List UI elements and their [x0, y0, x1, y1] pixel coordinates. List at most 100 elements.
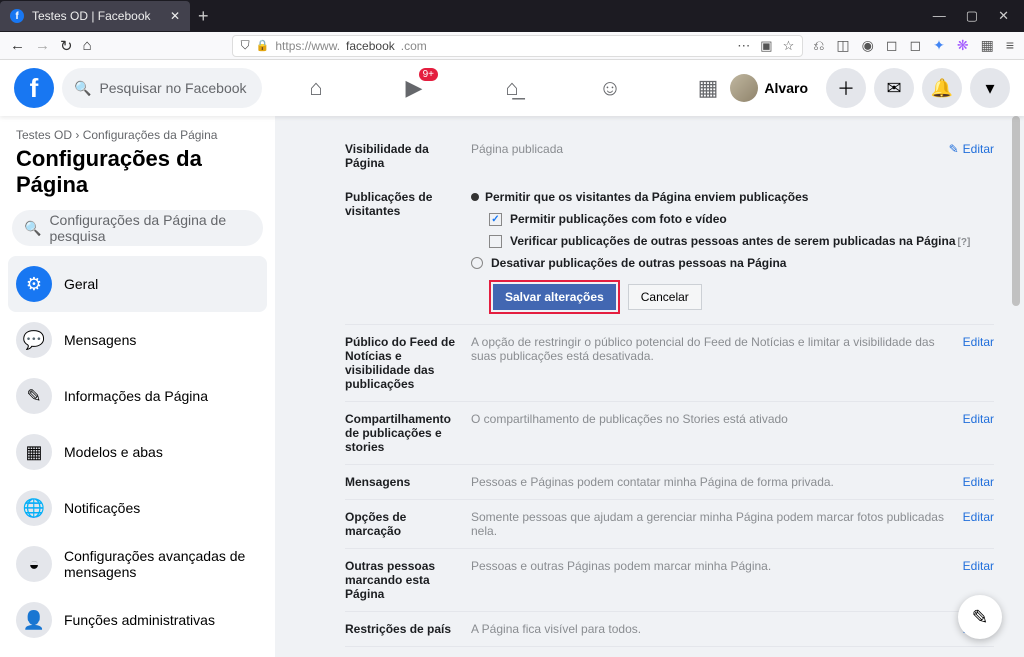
nav-home-icon[interactable]: ⌂ — [83, 37, 92, 54]
setting-row: MensagensPessoas e Páginas podem contata… — [345, 465, 994, 500]
sidebar-item-label: Mensagens — [64, 332, 136, 348]
person-icon: 👤 — [16, 602, 52, 638]
page-title: Configurações da Página — [16, 146, 259, 198]
url-bar[interactable]: ⛉ 🔒 https://www.facebook.com ⋯ ▣ ☆ — [232, 35, 804, 57]
account-icon[interactable]: ◉ — [862, 37, 874, 54]
radio-disable[interactable]: Desativar publicações de outras pessoas … — [471, 256, 994, 270]
row-visibilidade: Visibilidade da Página Página publicada … — [345, 132, 994, 180]
sidebar-item-label: Notificações — [64, 500, 140, 516]
tab-title: Testes OD | Facebook — [32, 9, 151, 23]
sidebar-search-placeholder: Configurações da Página de pesquisa — [49, 212, 251, 244]
nav-reload-icon[interactable]: ↻ — [60, 37, 73, 55]
sidebar-item-geral[interactable]: ⚙ Geral — [8, 256, 267, 312]
sidebar-icon[interactable]: ◫ — [836, 37, 849, 54]
sidebar-item-label: Modelos e abas — [64, 444, 163, 460]
sidebar-item-info-pagina[interactable]: ✎ Informações da Página — [8, 368, 267, 424]
setting-label: Mensagens — [345, 475, 465, 489]
menu-icon[interactable]: ≡ — [1006, 37, 1014, 54]
sidebar-item-label: Configurações avançadas de mensagens — [64, 548, 259, 580]
setting-label: Publicações de visitantes — [345, 190, 465, 218]
window-maximize-icon[interactable]: ▢ — [966, 8, 978, 24]
extension1-icon[interactable]: ◻ — [886, 37, 898, 54]
edit-link[interactable]: Editar — [963, 510, 994, 524]
cancel-button[interactable]: Cancelar — [628, 284, 702, 310]
url-suffix: .com — [401, 39, 427, 53]
sidebar-item-mensagens[interactable]: 💬 Mensagens — [8, 312, 267, 368]
visitor-posts-settings: Permitir que os visitantes da Página env… — [465, 190, 994, 314]
sidebar-item-config-avancada[interactable]: ◒ Configurações avançadas de mensagens — [8, 536, 267, 592]
facebook-search[interactable]: 🔍 Pesquisar no Facebook — [62, 68, 262, 108]
reader-icon[interactable]: ▣ — [760, 38, 772, 54]
create-button[interactable]: ＋ — [826, 68, 866, 108]
compose-fab[interactable]: ✎ — [958, 595, 1002, 639]
check-media[interactable]: Permitir publicações com foto e vídeo — [489, 212, 994, 226]
message-icon: 💬 — [16, 322, 52, 358]
browser-tab[interactable]: f Testes OD | Facebook ✕ — [0, 1, 190, 31]
globe-icon: 🌐 — [16, 490, 52, 526]
window-close-icon[interactable]: ✕ — [998, 8, 1009, 24]
facebook-favicon: f — [10, 9, 24, 23]
new-tab-button[interactable]: + — [198, 6, 209, 27]
sidebar-item-funcoes[interactable]: 👤 Funções administrativas — [8, 592, 267, 648]
sidebar-item-notificacoes[interactable]: 🌐 Notificações — [8, 480, 267, 536]
marketplace-icon[interactable]: ⌂̲ — [498, 74, 526, 102]
save-button[interactable]: Salvar alterações — [493, 284, 616, 310]
sidebar-item-modelos[interactable]: ▦ Modelos e abas — [8, 424, 267, 480]
extension4-icon[interactable]: ❋ — [957, 37, 969, 54]
grid-icon: ▦ — [16, 434, 52, 470]
sidebar-search[interactable]: 🔍 Configurações da Página de pesquisa — [12, 210, 263, 246]
radio-allow[interactable]: Permitir que os visitantes da Página env… — [471, 190, 994, 204]
user-profile-button[interactable]: Alvaro — [720, 70, 818, 106]
watch-icon[interactable]: ▶9+ — [400, 74, 428, 102]
meatball-icon[interactable]: ⋯ — [737, 38, 750, 54]
search-icon: 🔍 — [74, 80, 91, 97]
edit-link[interactable]: ✎Editar — [949, 142, 994, 156]
facebook-header: f 🔍 Pesquisar no Facebook ⌂ ▶9+ ⌂̲ ☺ ▦ A… — [0, 60, 1024, 116]
setting-label: Público do Feed de Notícias e visibilida… — [345, 335, 465, 391]
edit-link[interactable]: Editar — [963, 335, 994, 349]
pencil-icon: ✎ — [16, 378, 52, 414]
breadcrumb-link-2[interactable]: Configurações da Página — [83, 128, 218, 142]
extension3-icon[interactable]: ✦ — [933, 37, 945, 54]
library-icon[interactable]: ⎌ — [813, 37, 824, 54]
notifications-button[interactable]: 🔔 — [922, 68, 962, 108]
extension2-icon[interactable]: ◻ — [910, 37, 922, 54]
radio-selected-icon — [471, 193, 479, 201]
home-icon[interactable]: ⌂ — [302, 74, 330, 102]
avatar — [730, 74, 758, 102]
setting-value: A Página fica visível para todos. — [465, 622, 963, 636]
setting-label: Compartilhamento de publicações e storie… — [345, 412, 465, 454]
setting-label: Visibilidade da Página — [345, 142, 465, 170]
check-review[interactable]: Verificar publicações de outras pessoas … — [489, 234, 994, 248]
checkbox-checked-icon — [489, 213, 502, 226]
window-minimize-icon[interactable]: ― — [933, 8, 946, 24]
setting-row: Restrições de idadeA Página é mostrada p… — [345, 647, 994, 657]
pencil-icon: ✎ — [949, 142, 959, 156]
radio-unselected-icon — [471, 257, 483, 269]
close-tab-icon[interactable]: ✕ — [170, 9, 180, 23]
breadcrumb-link-1[interactable]: Testes OD — [16, 128, 72, 142]
scrollbar[interactable] — [1012, 116, 1020, 306]
facebook-logo[interactable]: f — [14, 68, 54, 108]
edit-link[interactable]: Editar — [963, 475, 994, 489]
edit-link[interactable]: Editar — [963, 412, 994, 426]
edit-link[interactable]: Editar — [963, 559, 994, 573]
setting-value: Somente pessoas que ajudam a gerenciar m… — [465, 510, 963, 538]
help-icon[interactable]: [?] — [958, 237, 971, 248]
sidebar-item-pessoas[interactable]: 👥 Pessoas e outras Páginas — [8, 648, 267, 657]
messenger-button[interactable]: ✉ — [874, 68, 914, 108]
setting-row: Opções de marcaçãoSomente pessoas que aj… — [345, 500, 994, 549]
highlight-box: Salvar alterações — [489, 280, 620, 314]
nav-back-icon[interactable]: ← — [10, 37, 25, 54]
account-menu-button[interactable]: ▾ — [970, 68, 1010, 108]
sidebar-item-label: Informações da Página — [64, 388, 208, 404]
url-prefix: https://www. — [275, 39, 340, 53]
extension5-icon[interactable]: ▦ — [981, 37, 994, 54]
star-icon[interactable]: ☆ — [783, 38, 795, 54]
groups-icon[interactable]: ☺ — [596, 74, 624, 102]
sidebar-item-label: Funções administrativas — [64, 612, 215, 628]
checkbox-unchecked-icon — [489, 235, 502, 248]
url-domain: facebook — [346, 39, 395, 53]
gaming-icon[interactable]: ▦ — [694, 74, 722, 102]
search-placeholder: Pesquisar no Facebook — [99, 80, 246, 96]
